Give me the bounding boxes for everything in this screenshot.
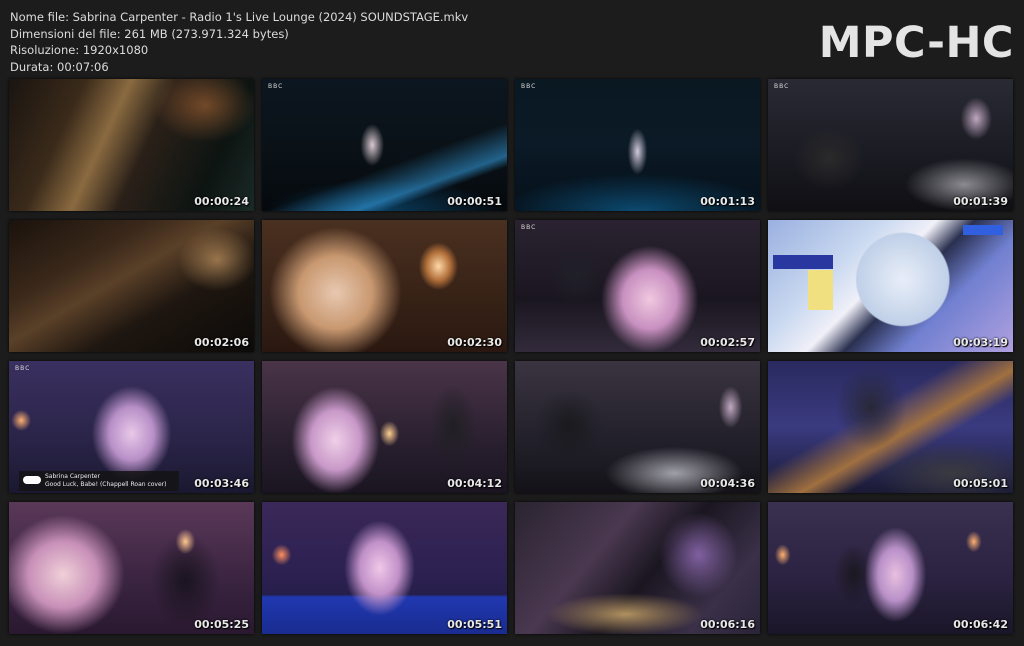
graphic-shape [773, 255, 833, 269]
caption-song: Good Luck, Babe! (Chappell Roan cover) [45, 481, 167, 488]
caption-artist: Sabrina Carpenter [45, 473, 100, 480]
stage-wide-image [262, 79, 507, 211]
thumbnail[interactable]: 00:05:01 [768, 361, 1013, 493]
bbc-watermark: BBC [521, 83, 537, 90]
timestamp: 00:02:30 [447, 336, 502, 349]
timestamp: 00:00:24 [194, 195, 249, 208]
singer-keys-image [515, 220, 760, 352]
bbc-watermark: BBC [15, 365, 31, 372]
thumbnail[interactable]: 00:06:42 [768, 502, 1013, 634]
singer-closeup-image [262, 220, 507, 352]
graphic-transition-image [768, 220, 1013, 352]
graphic-shape [963, 225, 1003, 235]
guitar-closeup-image [9, 79, 254, 211]
timestamp: 00:05:25 [194, 618, 249, 631]
drummer-image [768, 79, 1013, 211]
thumbnail[interactable]: BBC 00:01:13 [515, 79, 760, 211]
lower-third-caption: Sabrina Carpenter Good Luck, Babe! (Chap… [19, 471, 179, 491]
timestamp: 00:00:51 [447, 195, 502, 208]
bass-closeup-image [9, 220, 254, 352]
thumbnail[interactable]: BBC 00:00:51 [262, 79, 507, 211]
band-wide-image [768, 502, 1013, 634]
singer-stand-image [262, 502, 507, 634]
thumbnail[interactable]: 00:05:51 [262, 502, 507, 634]
bbc-watermark: BBC [268, 83, 284, 90]
timestamp: 00:05:51 [447, 618, 502, 631]
cymbal-blur-image [515, 502, 760, 634]
thumbnail[interactable]: BBC 00:01:39 [768, 79, 1013, 211]
graphic-shape [808, 270, 833, 310]
bbc-watermark: BBC [774, 83, 790, 90]
timestamp: 00:02:57 [700, 336, 755, 349]
timestamp: 00:04:36 [700, 477, 755, 490]
duration: Durata: 00:07:06 [10, 59, 109, 74]
thumbnail[interactable]: 00:04:36 [515, 361, 760, 493]
stage-wide-blue-image [515, 79, 760, 211]
thumbnail[interactable]: 00:00:24 [9, 79, 254, 211]
thumbnail[interactable]: 00:04:12 [262, 361, 507, 493]
thumbnail-grid: 00:00:24 BBC 00:00:51 BBC 00:01:13 BBC 0… [9, 79, 1015, 635]
thumbnail[interactable]: 00:03:19 [768, 220, 1013, 352]
file-name: Nome file: Sabrina Carpenter - Radio 1's… [10, 10, 469, 24]
timestamp: 00:05:01 [953, 477, 1008, 490]
mpc-hc-logo: MPC-HC [818, 18, 1014, 68]
thumbnail[interactable]: 00:06:16 [515, 502, 760, 634]
guitarist-blue-image [768, 361, 1013, 493]
timestamp: 00:06:16 [700, 618, 755, 631]
timestamp: 00:02:06 [194, 336, 249, 349]
timestamp: 00:01:13 [700, 195, 755, 208]
thumbnail[interactable]: BBC 00:02:57 [515, 220, 760, 352]
file-size: Dimensioni del file: 261 MB (273.971.324… [10, 26, 289, 41]
resolution: Risoluzione: 1920x1080 [10, 43, 149, 57]
thumbnail[interactable]: BBC Sabrina Carpenter Good Luck, Babe! (… [9, 361, 254, 493]
bbc-watermark: BBC [521, 224, 537, 231]
radio1-icon [23, 476, 41, 484]
thumbnail[interactable]: 00:05:25 [9, 502, 254, 634]
timestamp: 00:03:46 [194, 477, 249, 490]
timestamp: 00:06:42 [953, 618, 1008, 631]
timestamp: 00:04:12 [447, 477, 502, 490]
drummer-2-image [515, 361, 760, 493]
thumbnail[interactable]: 00:02:06 [9, 220, 254, 352]
singer-mic-image [9, 502, 254, 634]
thumbnail[interactable]: 00:02:30 [262, 220, 507, 352]
timestamp: 00:03:19 [953, 336, 1008, 349]
timestamp: 00:01:39 [953, 195, 1008, 208]
file-info: Nome file: Sabrina Carpenter - Radio 1's… [10, 9, 468, 75]
singer-backing-image [262, 361, 507, 493]
